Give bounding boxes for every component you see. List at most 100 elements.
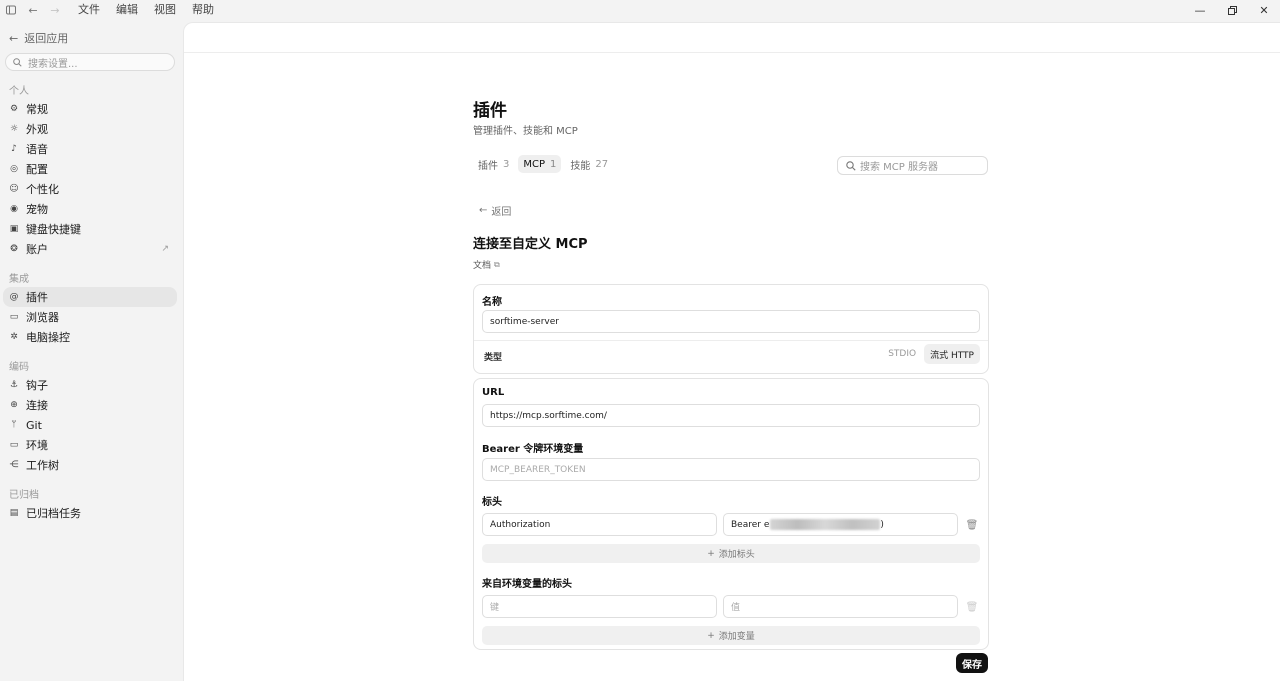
account-icon: ❂ <box>10 244 18 254</box>
sidebar-item-archived-tasks[interactable]: ▤ 已归档任务 <box>3 503 177 523</box>
sidebar-item-label: 已归档任务 <box>26 507 81 520</box>
settings-sidebar: ← 返回应用 搜索设置... 个人 ⚙ 常规 ☼ 外观 ♪ 语音 ◎ 配置 ☺ 个性化 ◉… <box>0 20 183 681</box>
divider <box>474 340 988 341</box>
keyboard-icon: ▣ <box>9 224 19 234</box>
restore-icon[interactable] <box>1216 0 1248 20</box>
menu-file[interactable]: 文件 <box>70 0 108 20</box>
forward-arrow-icon[interactable]: → <box>46 1 64 19</box>
add-variable-label: 添加变量 <box>718 632 755 642</box>
menu-edit[interactable]: 编辑 <box>108 0 146 20</box>
headers-label: 标头 <box>482 497 502 508</box>
section-personal: 个人 <box>9 85 29 97</box>
name-input[interactable]: sorftime-server <box>482 310 980 333</box>
sidebar-item-config[interactable]: ◎ 配置 <box>3 159 177 179</box>
sidebar-item-label: 钩子 <box>26 379 48 392</box>
section-integrations: 集成 <box>9 273 29 285</box>
header-key-input[interactable]: Authorization <box>482 513 717 536</box>
git-branch-icon: ᛘ <box>11 420 17 430</box>
type-toggle: STDIO 流式 HTTP <box>882 344 980 364</box>
tab-label: 插件 <box>478 160 498 172</box>
tab-label: MCP <box>523 158 546 170</box>
sidebar-item-pet[interactable]: ◉ 宠物 <box>3 199 177 219</box>
sidebar-item-git[interactable]: ᛘ Git <box>3 415 177 435</box>
sidebar-item-label: 连接 <box>26 399 48 412</box>
sidebar-item-label: 浏览器 <box>26 311 59 324</box>
search-icon <box>13 57 22 67</box>
plus-icon: + <box>707 548 715 559</box>
minimize-icon[interactable]: — <box>1184 0 1216 20</box>
worktree-icon: ⋲ <box>9 460 19 470</box>
tab-mcp[interactable]: MCP 1 <box>518 155 562 173</box>
sidebar-item-personalization[interactable]: ☺ 个性化 <box>3 179 177 199</box>
globe-icon: ⊕ <box>10 400 18 410</box>
sliders-icon: ◎ <box>10 164 18 174</box>
trash-icon[interactable]: 🗑 <box>966 601 979 613</box>
close-icon[interactable]: ✕ <box>1248 0 1280 20</box>
back-arrow-icon[interactable]: ← <box>24 1 42 19</box>
docs-link[interactable]: 文档 ⧉ <box>473 258 500 272</box>
add-variable-button[interactable]: + 添加变量 <box>482 626 980 645</box>
smile-icon: ☺ <box>9 184 19 194</box>
window-controls: — ✕ <box>1184 0 1280 20</box>
sidebar-item-plugins[interactable]: @ 插件 <box>3 287 177 307</box>
sidebar-item-label: Git <box>26 418 42 432</box>
sidebar-item-general[interactable]: ⚙ 常规 <box>3 99 177 119</box>
sidebar-item-browser[interactable]: ▭ 浏览器 <box>3 307 177 327</box>
docs-link-label: 文档 <box>473 261 492 271</box>
name-label: 名称 <box>482 297 502 308</box>
tab-count: 27 <box>595 158 609 170</box>
header-value-input[interactable]: Bearer e ) <box>723 513 958 536</box>
sidebar-item-appearance[interactable]: ☼ 外观 <box>3 119 177 139</box>
url-label: URL <box>482 387 505 398</box>
bearer-token-input[interactable]: MCP_BEARER_TOKEN <box>482 458 980 481</box>
tab-count: 3 <box>503 158 510 170</box>
sidebar-item-connections[interactable]: ⊕ 连接 <box>3 395 177 415</box>
sidebar-item-hooks[interactable]: ⚓ 钩子 <box>3 375 177 395</box>
menu-view[interactable]: 视图 <box>146 0 184 20</box>
redacted-token <box>770 519 881 530</box>
back-button[interactable]: ← 返回 <box>479 203 511 218</box>
sidebar-toggle-icon[interactable] <box>2 1 20 19</box>
tab-bar: 插件 3 MCP 1 技能 27 <box>473 155 613 173</box>
settings-search-placeholder: 搜索设置... <box>28 58 78 70</box>
menu-help[interactable]: 帮助 <box>184 0 222 20</box>
add-header-button[interactable]: + 添加标头 <box>482 544 980 563</box>
url-input[interactable]: https://mcp.sorftime.com/ <box>482 404 980 427</box>
archive-icon: ▤ <box>9 508 19 518</box>
type-option-stdio[interactable]: STDIO <box>882 344 922 364</box>
sidebar-item-environment[interactable]: ▭ 环境 <box>3 435 177 455</box>
add-header-label: 添加标头 <box>718 550 755 560</box>
settings-search-input[interactable]: 搜索设置... <box>5 53 175 71</box>
plus-icon: + <box>707 630 715 641</box>
search-icon <box>846 160 856 171</box>
sidebar-item-computer-use[interactable]: ✲ 电脑操控 <box>3 327 177 347</box>
mcp-search-input[interactable]: 搜索 MCP 服务器 <box>837 156 988 175</box>
sidebar-item-worktrees[interactable]: ⋲ 工作树 <box>3 455 177 475</box>
sidebar-item-label: 键盘快捷键 <box>26 223 81 236</box>
sidebar-item-voice[interactable]: ♪ 语音 <box>3 139 177 159</box>
header-value-suffix: ) <box>880 519 884 530</box>
anchor-icon: ⚓ <box>9 380 19 390</box>
arrow-left-icon: ← <box>9 31 19 45</box>
sidebar-item-account[interactable]: ❂ 账户 ↗ <box>3 239 177 259</box>
sidebar-item-label: 语音 <box>26 143 48 156</box>
env-value-input[interactable]: 值 <box>723 595 958 618</box>
pet-icon: ◉ <box>10 204 18 214</box>
env-key-input[interactable]: 键 <box>482 595 717 618</box>
tab-count: 1 <box>550 158 557 170</box>
back-to-app-label: 返回应用 <box>24 32 69 45</box>
monitor-icon: ▭ <box>9 440 19 450</box>
back-to-app-link[interactable]: ← 返回应用 <box>3 28 177 48</box>
sidebar-item-keyboard-shortcuts[interactable]: ▣ 键盘快捷键 <box>3 219 177 239</box>
external-link-icon: ↗ <box>161 244 169 254</box>
sidebar-item-label: 工作树 <box>26 459 59 472</box>
page-title: 插件 <box>473 101 507 121</box>
type-option-streamable-http[interactable]: 流式 HTTP <box>924 344 980 364</box>
type-label: 类型 <box>484 353 503 363</box>
main-panel: 插件 管理插件、技能和 MCP 插件 3 MCP 1 技能 27 搜索 MCP 服务器… <box>183 22 1280 681</box>
trash-icon[interactable]: 🗑 <box>966 519 979 531</box>
tab-skills[interactable]: 技能 27 <box>565 155 613 173</box>
save-button[interactable]: 保存 <box>956 653 988 673</box>
tab-plugins[interactable]: 插件 3 <box>473 155 514 173</box>
cursor-icon: ✲ <box>10 332 18 342</box>
